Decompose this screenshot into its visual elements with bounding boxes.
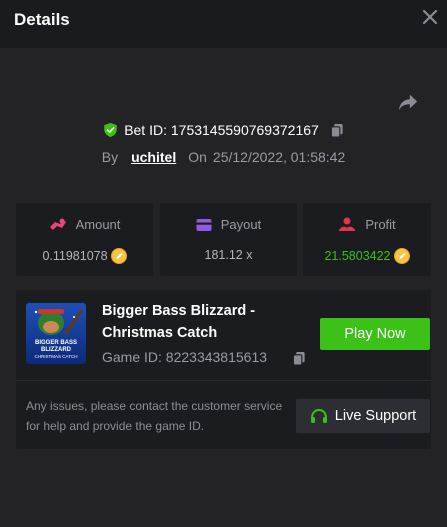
game-card: BIGGER BASS BLIZZARD CHRISTMAS CATCH Big…	[16, 290, 431, 449]
game-id: Game ID: 8223343815613	[102, 349, 268, 365]
coin-icon	[110, 248, 127, 264]
share-icon[interactable]	[397, 91, 419, 113]
amount-icon	[49, 218, 66, 230]
live-support-label: Live Support	[334, 408, 417, 424]
by-label: By	[101, 149, 119, 165]
copy-game-id-icon[interactable]	[292, 351, 306, 366]
svg-text:CHRISTMAS CATCH: CHRISTMAS CATCH	[35, 354, 78, 359]
bet-byline: By uchitel On 25/12/2022, 01:58:42	[0, 147, 447, 167]
bet-date: 25/12/2022, 01:58:42	[212, 149, 346, 165]
headset-icon	[310, 408, 327, 423]
bet-id: Bet ID: 1753145590769372167	[124, 122, 319, 138]
details-header: Details	[0, 0, 447, 48]
wallet-icon	[196, 218, 212, 231]
divider	[16, 380, 431, 381]
stat-profit-value: 21.5803422	[324, 249, 391, 263]
stat-profit: Profit 21.5803422	[303, 203, 431, 276]
live-support-button[interactable]: Live Support	[296, 399, 430, 433]
profit-icon	[339, 217, 356, 231]
stat-payout-label: Payout	[220, 217, 262, 232]
stat-amount-value: 0.11981078	[42, 249, 108, 263]
coin-icon	[393, 248, 410, 264]
close-icon[interactable]	[422, 9, 438, 25]
bet-id-line: Bet ID: 1753145590769372167	[0, 120, 447, 140]
verified-shield-icon	[104, 122, 117, 138]
support-message: Any issues, please contact the customer …	[26, 399, 283, 433]
stat-profit-label: Profit	[365, 217, 396, 232]
stat-payout: Payout 181.12 x	[160, 203, 297, 276]
stat-amount: Amount 0.11981078	[16, 203, 153, 276]
stat-amount-label: Amount	[75, 217, 121, 232]
username-link[interactable]: uchitel	[131, 149, 176, 165]
stat-payout-value: 181.12 x	[204, 248, 253, 262]
game-thumbnail[interactable]: BIGGER BASS BLIZZARD CHRISTMAS CATCH	[26, 303, 86, 364]
on-label: On	[188, 149, 207, 165]
svg-text:BIGGER BASS: BIGGER BASS	[35, 340, 77, 346]
svg-text:BLIZZARD: BLIZZARD	[41, 347, 72, 353]
play-now-button[interactable]: Play Now	[320, 318, 430, 350]
copy-bet-id-icon[interactable]	[330, 123, 344, 138]
details-title: Details	[14, 10, 70, 29]
game-name[interactable]: Bigger Bass Blizzard - Christmas Catch	[102, 300, 292, 344]
